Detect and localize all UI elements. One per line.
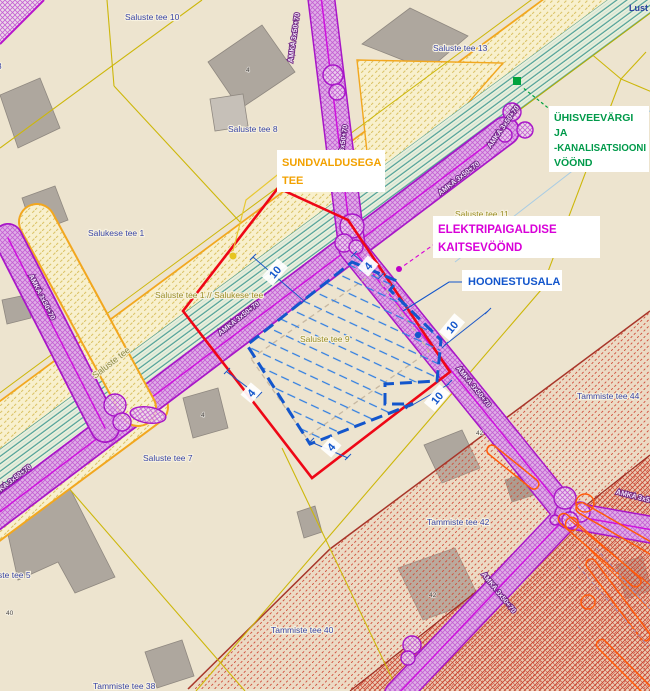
plan-map-canvas: 10 4 10 10 4 4 AMKA 3x50+70 AMKA 3x50+70… [0, 0, 650, 691]
parcel-label: Tammiste tee 38 [93, 681, 156, 691]
leader-dot-yellow [230, 253, 237, 260]
parcel-label: Saluste tee 8 [228, 124, 278, 134]
parcel-label: Tammiste tee 42 [427, 517, 490, 527]
parcel-label: Saluste tee 13 [433, 43, 488, 53]
parcel-label: Lust [629, 3, 648, 13]
callout-electrical: ELEKTRIPAIGALDISE KAITSEVÖÖND [396, 216, 600, 272]
building [208, 25, 295, 109]
callout-hoonestusala: HOONESTUSALA [403, 270, 562, 311]
dimension-label-10-corridor: 10 [439, 313, 465, 340]
callout-text: VÖÖND [554, 156, 593, 169]
building-mark: 42 [429, 592, 437, 599]
callout-text: -KANALISATSIOONI [554, 142, 646, 154]
building-mark: 40 [6, 610, 14, 617]
point-marker-blue [415, 332, 421, 338]
callout-text: ELEKTRIPAIGALDISE [438, 224, 557, 236]
building-mark: 42 [476, 430, 484, 437]
building [183, 388, 228, 438]
parcel-label: Tammiste tee 40 [271, 625, 334, 635]
cable-label: AMKA 3x50+70 [288, 12, 302, 63]
parcel-label: Saluste tee 1 // Salukese tee [155, 290, 263, 300]
callout-text: KAITSEVÖÖND [438, 241, 522, 254]
parcel-label: Saluste tee 10 [125, 12, 180, 22]
callout-text: HOONESTUSALA [468, 276, 560, 288]
parcel-label: Saluste tee 9 [300, 334, 350, 344]
leader-dot-magenta [396, 266, 402, 272]
building-mark: 4 [201, 412, 205, 419]
plan-map[interactable]: 10 4 10 10 4 4 AMKA 3x50+70 AMKA 3x50+70… [0, 0, 650, 691]
corner-cable-zone [0, 0, 44, 44]
callout-text: SUNDVALDUSEGA [282, 157, 381, 169]
building [0, 78, 60, 148]
parcel-label: Tammiste tee 44 [577, 391, 640, 401]
callout-text: JA [554, 127, 568, 139]
water-marker-square [513, 77, 521, 85]
building [297, 506, 322, 538]
dimension-label-4-left: 4 [240, 382, 261, 403]
parcel-label: Saluste tee 5 [0, 570, 31, 580]
callout-text: TEE [282, 175, 303, 187]
parcel-label: Saluste tee 7 [143, 453, 193, 463]
parcel-label: Saluste tee 3 [0, 61, 2, 71]
building-mark: 4 [246, 67, 250, 74]
callout-text: ÜHISVEEVÄRGI [554, 111, 633, 124]
parcel-label: Salukese tee 1 [88, 228, 145, 238]
